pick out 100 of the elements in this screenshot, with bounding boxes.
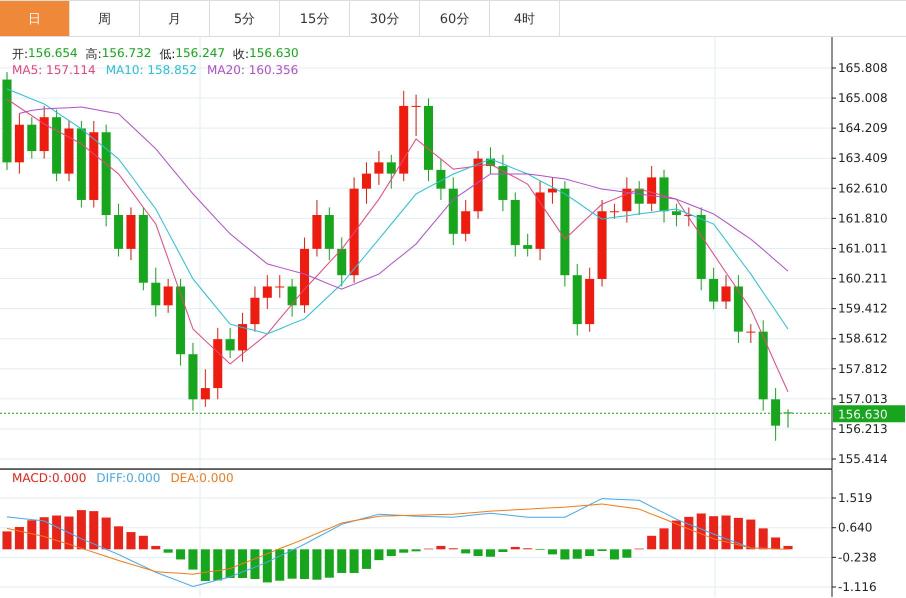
- quote-label: 开:: [12, 46, 28, 63]
- macd-bar: [102, 518, 111, 550]
- quote-value: 156.732: [102, 46, 152, 62]
- macd-bar: [660, 528, 669, 550]
- macd-axis-label: -1.116: [838, 580, 877, 594]
- macd-bar: [572, 549, 582, 559]
- candle: [275, 274, 284, 298]
- price-axis-label: 156.213: [838, 422, 888, 436]
- macd-legend: MACD:0.000: [12, 471, 86, 485]
- candle: [412, 94, 421, 137]
- candle: [510, 192, 520, 257]
- ma-legend: MA20: 160.356: [207, 63, 298, 77]
- macd-bar: [138, 536, 148, 550]
- candle: [498, 154, 508, 212]
- candle: [634, 180, 644, 216]
- quote-label: 收:: [233, 46, 250, 63]
- macd-axis-label: 1.519: [838, 491, 872, 505]
- macd-bar: [734, 518, 743, 550]
- macd-bar: [52, 516, 62, 550]
- macd-bar: [337, 549, 346, 573]
- candle: [523, 233, 532, 257]
- price-axis-label: 157.013: [838, 392, 888, 406]
- candle: [324, 206, 334, 261]
- macd-bar: [436, 546, 446, 550]
- candle: [238, 312, 248, 362]
- macd-bar: [548, 549, 557, 554]
- macd-legend: DIFF:0.000: [96, 471, 160, 485]
- candle: [288, 278, 297, 318]
- candle: [548, 176, 557, 204]
- macd-bar: [672, 520, 681, 550]
- candle: [784, 408, 792, 428]
- candle: [647, 166, 656, 212]
- candle: [64, 120, 74, 182]
- macd-bar: [300, 549, 310, 580]
- price-axis-label: 163.409: [838, 151, 888, 166]
- candle: [40, 105, 49, 160]
- price-axis-label: 155.414: [838, 452, 888, 466]
- price-axis-label: 162.610: [838, 181, 888, 196]
- macd-bar: [176, 549, 186, 560]
- macd-bar: [64, 516, 74, 550]
- quote-label: 高:: [86, 46, 102, 63]
- macd-bar: [89, 511, 98, 550]
- macd-bar: [262, 549, 272, 582]
- price-axis-label: 160.211: [838, 272, 888, 286]
- macd-bar: [647, 536, 656, 550]
- candle: [164, 278, 173, 314]
- candle: [672, 203, 681, 227]
- macd-bar: [722, 516, 731, 550]
- macd-bar: [164, 549, 173, 553]
- macd-bar: [784, 546, 792, 550]
- candle: [386, 154, 396, 190]
- candle: [114, 203, 124, 257]
- macd-bar: [226, 549, 235, 578]
- macd-bar: [771, 537, 780, 550]
- macd-bar: [76, 510, 86, 550]
- macd-bar: [188, 549, 198, 570]
- candle: [151, 267, 160, 318]
- macd-bar: [40, 517, 49, 550]
- macd-bar: [114, 526, 124, 550]
- macd-bar: [746, 520, 756, 550]
- macd-bar: [510, 546, 520, 550]
- macd-bar: [312, 549, 322, 580]
- candle: [461, 199, 470, 242]
- price-axis-label: 161.011: [838, 241, 888, 256]
- candle: [474, 150, 483, 220]
- candle: [684, 206, 694, 227]
- macd-bar: [758, 528, 768, 550]
- candle: [200, 368, 210, 408]
- candle: [126, 206, 136, 261]
- macd-bar: [709, 516, 718, 550]
- candle: [734, 274, 743, 344]
- price-axis-label: 158.612: [838, 332, 888, 346]
- macd-bar: [126, 532, 136, 550]
- price-axis-label: 161.810: [838, 211, 888, 226]
- candle: [610, 203, 619, 220]
- candle: [262, 274, 272, 310]
- candle: [27, 116, 36, 160]
- macd-legend: DEA:0.000: [170, 471, 234, 485]
- macd-bar: [474, 549, 483, 556]
- ma-legend: MA5: 157.114: [12, 63, 96, 77]
- candle: [374, 150, 384, 186]
- macd-bar: [151, 546, 160, 550]
- price-axis-label: 165.808: [838, 61, 888, 75]
- macd-bar: [14, 527, 24, 550]
- macd-axis-label: -0.238: [838, 550, 877, 564]
- candle: [312, 199, 322, 257]
- quote-value: 156.630: [249, 46, 299, 62]
- macd-bar: [412, 549, 421, 552]
- candle: [709, 267, 718, 310]
- macd-bar: [288, 549, 297, 579]
- candle: [188, 342, 198, 412]
- candle: [448, 176, 458, 246]
- candle: [486, 146, 495, 174]
- macd-bar: [622, 549, 632, 558]
- ma-legend: MA10: 158.852: [106, 63, 197, 77]
- macd-bar: [386, 549, 396, 556]
- macd-bar: [350, 549, 359, 573]
- macd-bar: [585, 549, 594, 556]
- candle: [362, 162, 371, 204]
- macd-bar: [213, 549, 222, 580]
